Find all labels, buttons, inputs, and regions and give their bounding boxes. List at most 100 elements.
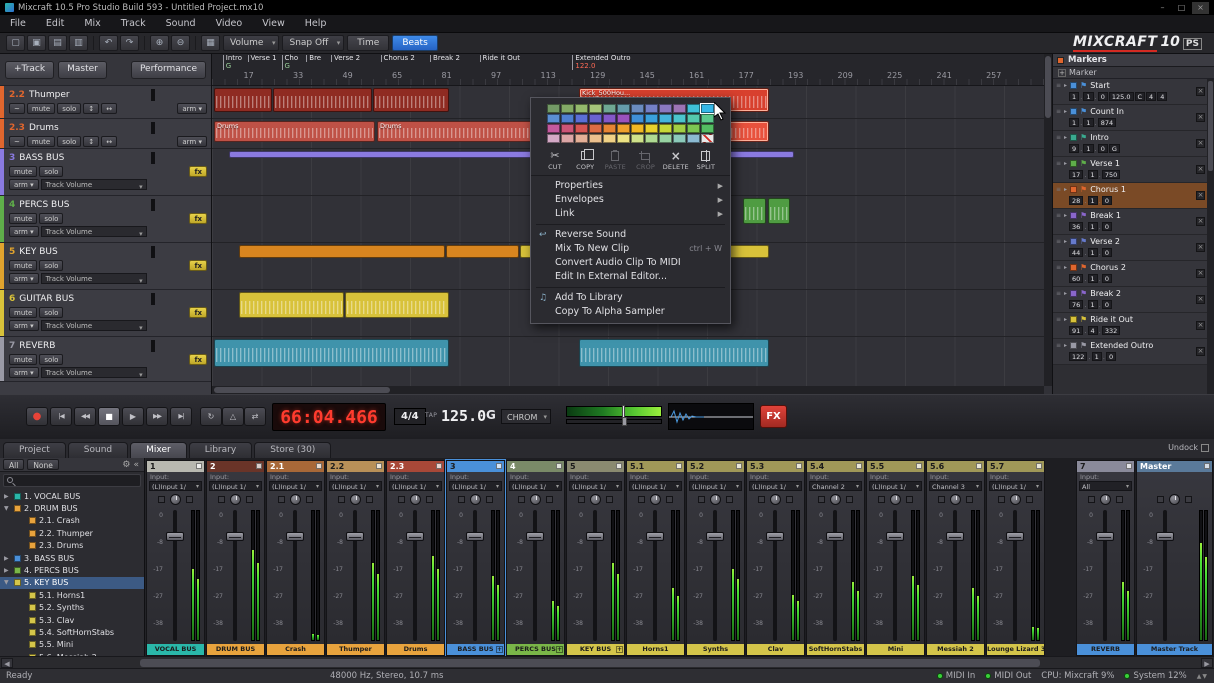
menu-item-reverse-sound[interactable]: Reverse Sound↩: [531, 228, 730, 242]
pan-knob[interactable]: [890, 494, 901, 505]
solo-button[interactable]: solo: [39, 213, 63, 224]
solo-mini-button[interactable]: [666, 496, 673, 503]
marker-position-value[interactable]: 91: [1069, 326, 1083, 335]
mixer-strip-drum-bus[interactable]: 2Input:(L)Input 1/▾0-8-17-27-38DRUM BUS: [206, 460, 265, 656]
link-icon[interactable]: [196, 463, 202, 469]
mute-button[interactable]: mute: [9, 260, 37, 271]
solo-button[interactable]: solo: [39, 307, 63, 318]
drag-handle-icon[interactable]: ≡: [1056, 238, 1061, 245]
menu-view[interactable]: View: [252, 18, 295, 29]
tab-sound[interactable]: Sound: [68, 442, 128, 458]
marker-position-value[interactable]: 1: [1069, 92, 1079, 101]
audio-clip[interactable]: [239, 245, 445, 258]
pan-knob[interactable]: [1100, 494, 1111, 505]
pan-knob[interactable]: [530, 494, 541, 505]
collapse-icon[interactable]: ▼: [4, 579, 11, 586]
marker-position-value[interactable]: 332: [1102, 326, 1120, 335]
select-all-button[interactable]: All: [3, 459, 24, 470]
fx-button[interactable]: fx: [189, 260, 207, 271]
drag-handle-icon[interactable]: ≡: [1056, 342, 1061, 349]
input-dropdown[interactable]: (L)Input 1/▾: [329, 481, 382, 491]
delete-marker-button[interactable]: ×: [1196, 295, 1205, 304]
fader-handle[interactable]: [826, 532, 844, 541]
color-swatch[interactable]: [701, 104, 714, 113]
mixer-strip-thumper[interactable]: 2.2Input:(L)Input 1/▾0-8-17-27-38Thumper: [326, 460, 385, 656]
delete-marker-button[interactable]: ×: [1196, 139, 1205, 148]
strip-name[interactable]: Horns1: [627, 644, 684, 655]
marker-color-chip[interactable]: [1070, 316, 1077, 323]
mixer-strip-master-track[interactable]: Master0-8-17-27-38Master Track: [1136, 460, 1213, 656]
sidebar-item-4-percs-bus[interactable]: ▶4. PERCS BUS: [0, 564, 144, 576]
drag-handle-icon[interactable]: ≡: [1056, 290, 1061, 297]
solo-mini-button[interactable]: [906, 496, 913, 503]
marker-position-value[interactable]: 1: [1083, 144, 1093, 153]
expand-icon[interactable]: ▶: [4, 555, 11, 562]
menu-item-envelopes[interactable]: Envelopes▶: [531, 193, 730, 207]
strip-name[interactable]: Drums: [387, 644, 444, 655]
input-dropdown[interactable]: (L)Input 1/▾: [149, 481, 202, 491]
color-swatch[interactable]: [575, 134, 588, 143]
key-display[interactable]: G: [486, 408, 496, 422]
color-swatch[interactable]: [687, 104, 700, 113]
color-swatch[interactable]: [659, 114, 672, 123]
arm-button[interactable]: arm ▾: [177, 136, 207, 147]
marker-position-value[interactable]: 1: [1088, 248, 1098, 257]
audio-clip[interactable]: [729, 121, 769, 142]
input-dropdown[interactable]: All▾: [1079, 481, 1132, 491]
select-none-button[interactable]: None: [27, 459, 59, 470]
mute-button[interactable]: mute: [9, 166, 37, 177]
mixer-strip-mini[interactable]: 5.5Input:(L)Input 1/▾0-8-17-27-38Mini: [866, 460, 925, 656]
link-icon[interactable]: [1204, 463, 1210, 469]
punch-button[interactable]: ⇄: [244, 407, 266, 426]
cut-button[interactable]: CUT: [541, 149, 569, 171]
mute-mini-button[interactable]: [218, 496, 225, 503]
fast-forward-button[interactable]: ▶▶: [146, 407, 168, 426]
strip-name[interactable]: DRUM BUS: [207, 644, 264, 655]
strip-name[interactable]: Clav: [747, 644, 804, 655]
track-mini-faders[interactable]: [151, 341, 207, 351]
delete-marker-button[interactable]: ×: [1196, 269, 1205, 278]
color-swatch[interactable]: [589, 114, 602, 123]
timeline-horizontal-scrollbar[interactable]: [212, 386, 1044, 394]
strip-name[interactable]: BASS BUS+: [447, 644, 504, 655]
delete-marker-button[interactable]: ×: [1196, 191, 1205, 200]
rewind-button[interactable]: ◀◀: [74, 407, 96, 426]
status-scroll-icons[interactable]: ▲▼: [1197, 673, 1208, 680]
track-mini-faders[interactable]: [151, 90, 207, 100]
fader-handle[interactable]: [766, 532, 784, 541]
zoom-in-icon[interactable]: ⊕: [150, 35, 169, 51]
link-icon[interactable]: [1036, 463, 1042, 469]
sidebar-item-2-drum-bus[interactable]: ▼2. DRUM BUS: [0, 502, 144, 514]
track-header-bass-bus[interactable]: 3BASS BUSmutesolofxarm ▾Track Volume▾: [0, 149, 211, 196]
track-pan-slider[interactable]: [153, 246, 155, 258]
solo-mini-button[interactable]: [1185, 496, 1192, 503]
drag-handle-icon[interactable]: ≡: [1056, 82, 1061, 89]
import-sound-icon[interactable]: ▥: [69, 35, 88, 51]
mute-mini-button[interactable]: [1088, 496, 1095, 503]
markers-scrollbar[interactable]: [1207, 79, 1214, 394]
waveform-icon[interactable]: ~: [9, 103, 25, 114]
marker-row-verse-1[interactable]: ≡▸⚑Verse 1×17.1.750: [1053, 157, 1207, 183]
minimize-button[interactable]: –: [1154, 2, 1171, 14]
marker-row-intro[interactable]: ≡▸⚑Intro×9.1.0G: [1053, 131, 1207, 157]
mute-mini-button[interactable]: [518, 496, 525, 503]
scroll-right-icon[interactable]: ▶: [1201, 658, 1213, 668]
midi-activity-icon[interactable]: ▦: [201, 35, 220, 51]
expand-icon[interactable]: ▶: [4, 493, 11, 500]
color-swatch[interactable]: [603, 134, 616, 143]
resize-icon[interactable]: ↕: [83, 103, 99, 114]
marker-row-verse-2[interactable]: ≡▸⚑Verse 2×44.1.0: [1053, 235, 1207, 261]
link-icon[interactable]: [376, 463, 382, 469]
mute-mini-button[interactable]: [158, 496, 165, 503]
pan-knob[interactable]: [830, 494, 841, 505]
pan-knob[interactable]: [770, 494, 781, 505]
link-icon[interactable]: [316, 463, 322, 469]
copy-button[interactable]: COPY: [571, 149, 599, 171]
color-swatch[interactable]: [575, 104, 588, 113]
mute-mini-button[interactable]: [938, 496, 945, 503]
input-dropdown[interactable]: (L)Input 1/▾: [389, 481, 442, 491]
marker-position-value[interactable]: 1: [1088, 222, 1098, 231]
color-swatch[interactable]: [603, 114, 616, 123]
track-header-guitar-bus[interactable]: 6GUITAR BUSmutesolofxarm ▾Track Volume▾: [0, 290, 211, 337]
ruler-marker-intro[interactable]: IntroG: [223, 55, 242, 70]
